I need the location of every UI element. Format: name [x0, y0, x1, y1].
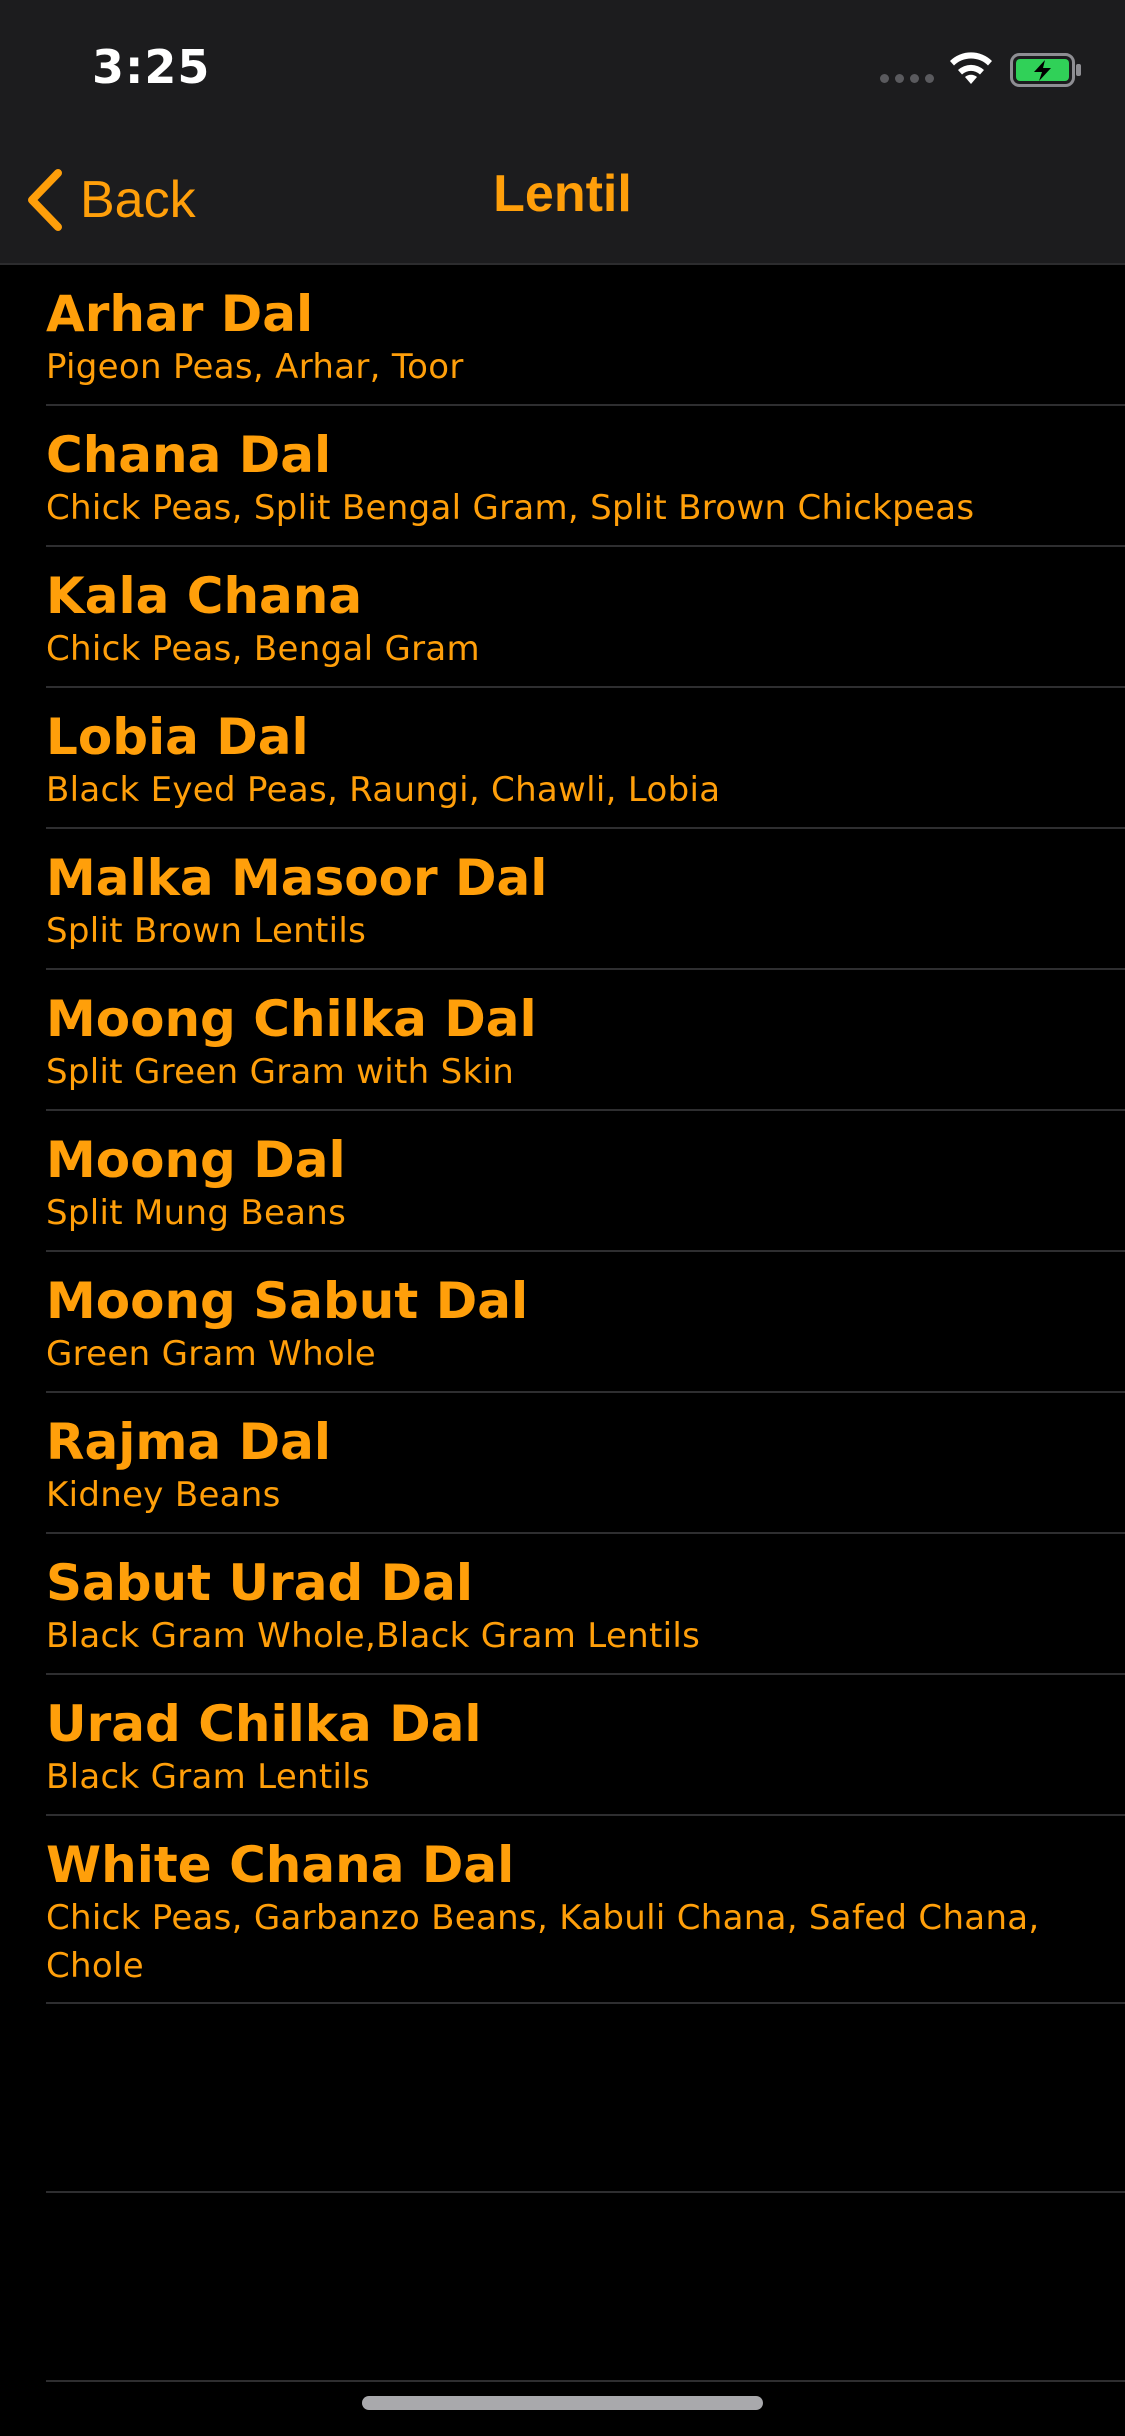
list-item-title: Chana Dal — [46, 426, 332, 484]
list-item[interactable]: Sabut Urad Dal Black Gram Whole,Black Gr… — [0, 1534, 1125, 1675]
wifi-icon — [950, 52, 992, 84]
list-item[interactable]: Moong Sabut Dal Green Gram Whole — [0, 1252, 1125, 1393]
page-title: Lentil — [493, 165, 632, 223]
list-item-subtitle: Kidney Beans — [46, 1475, 281, 1515]
list-item[interactable]: Moong Dal Split Mung Beans — [0, 1111, 1125, 1252]
list-item-title: Arhar Dal — [46, 285, 314, 343]
status-time: 3:25 — [92, 40, 211, 94]
cellular-signal-icon — [880, 74, 934, 83]
list-item-title: Kala Chana — [46, 567, 363, 625]
home-indicator[interactable] — [362, 2396, 763, 2410]
list-item-title: Moong Chilka Dal — [46, 990, 537, 1048]
list-item-subtitle: Black Gram Whole,Black Gram Lentils — [46, 1616, 701, 1656]
list-item[interactable]: White Chana Dal Chick Peas, Garbanzo Bea… — [0, 1816, 1125, 2004]
list-item-subtitle: Pigeon Peas, Arhar, Toor — [46, 347, 464, 387]
list-item[interactable]: Rajma Dal Kidney Beans — [0, 1393, 1125, 1534]
list-item-title: Lobia Dal — [46, 708, 309, 766]
list-item-title: Rajma Dal — [46, 1413, 332, 1471]
list-item-title: Sabut Urad Dal — [46, 1554, 474, 1612]
list-item-subtitle: Split Mung Beans — [46, 1193, 347, 1233]
battery-charging-icon — [1010, 53, 1081, 87]
list-item-subtitle: Black Gram Lentils — [46, 1757, 371, 1797]
list-item-title: White Chana Dal — [46, 1836, 515, 1894]
list-item[interactable]: Urad Chilka Dal Black Gram Lentils — [0, 1675, 1125, 1816]
list-item[interactable]: Moong Chilka Dal Split Green Gram with S… — [0, 970, 1125, 1111]
list-item-title: Moong Dal — [46, 1131, 346, 1189]
list-item[interactable]: Kala Chana Chick Peas, Bengal Gram — [0, 547, 1125, 688]
lentil-list: Arhar Dal Pigeon Peas, Arhar, Toor Chana… — [0, 265, 1125, 2004]
empty-row-divider — [46, 2191, 1125, 2193]
list-item-subtitle: Black Eyed Peas, Raungi, Chawli, Lobia — [46, 770, 721, 810]
list-item[interactable]: Malka Masoor Dal Split Brown Lentils — [0, 829, 1125, 970]
list-item-subtitle: Chick Peas, Bengal Gram — [46, 629, 480, 669]
list-item-title: Malka Masoor Dal — [46, 849, 548, 907]
list-item[interactable]: Chana Dal Chick Peas, Split Bengal Gram,… — [0, 406, 1125, 547]
list-item-title: Urad Chilka Dal — [46, 1695, 482, 1753]
list-item-subtitle: Split Brown Lentils — [46, 911, 367, 951]
list-item[interactable]: Arhar Dal Pigeon Peas, Arhar, Toor — [0, 265, 1125, 406]
list-item-subtitle: Split Green Gram with Skin — [46, 1052, 515, 1092]
list-item-title: Moong Sabut Dal — [46, 1272, 529, 1330]
empty-row-divider — [46, 2380, 1125, 2382]
list-item-subtitle: Chick Peas, Garbanzo Beans, Kabuli Chana… — [46, 1898, 1040, 1986]
list-item[interactable]: Lobia Dal Black Eyed Peas, Raungi, Chawl… — [0, 688, 1125, 829]
navigation-bar: 3:25 Back Lentil — [0, 0, 1125, 265]
list-item-subtitle: Green Gram Whole — [46, 1334, 376, 1374]
list-item-subtitle: Chick Peas, Split Bengal Gram, Split Bro… — [46, 488, 975, 528]
